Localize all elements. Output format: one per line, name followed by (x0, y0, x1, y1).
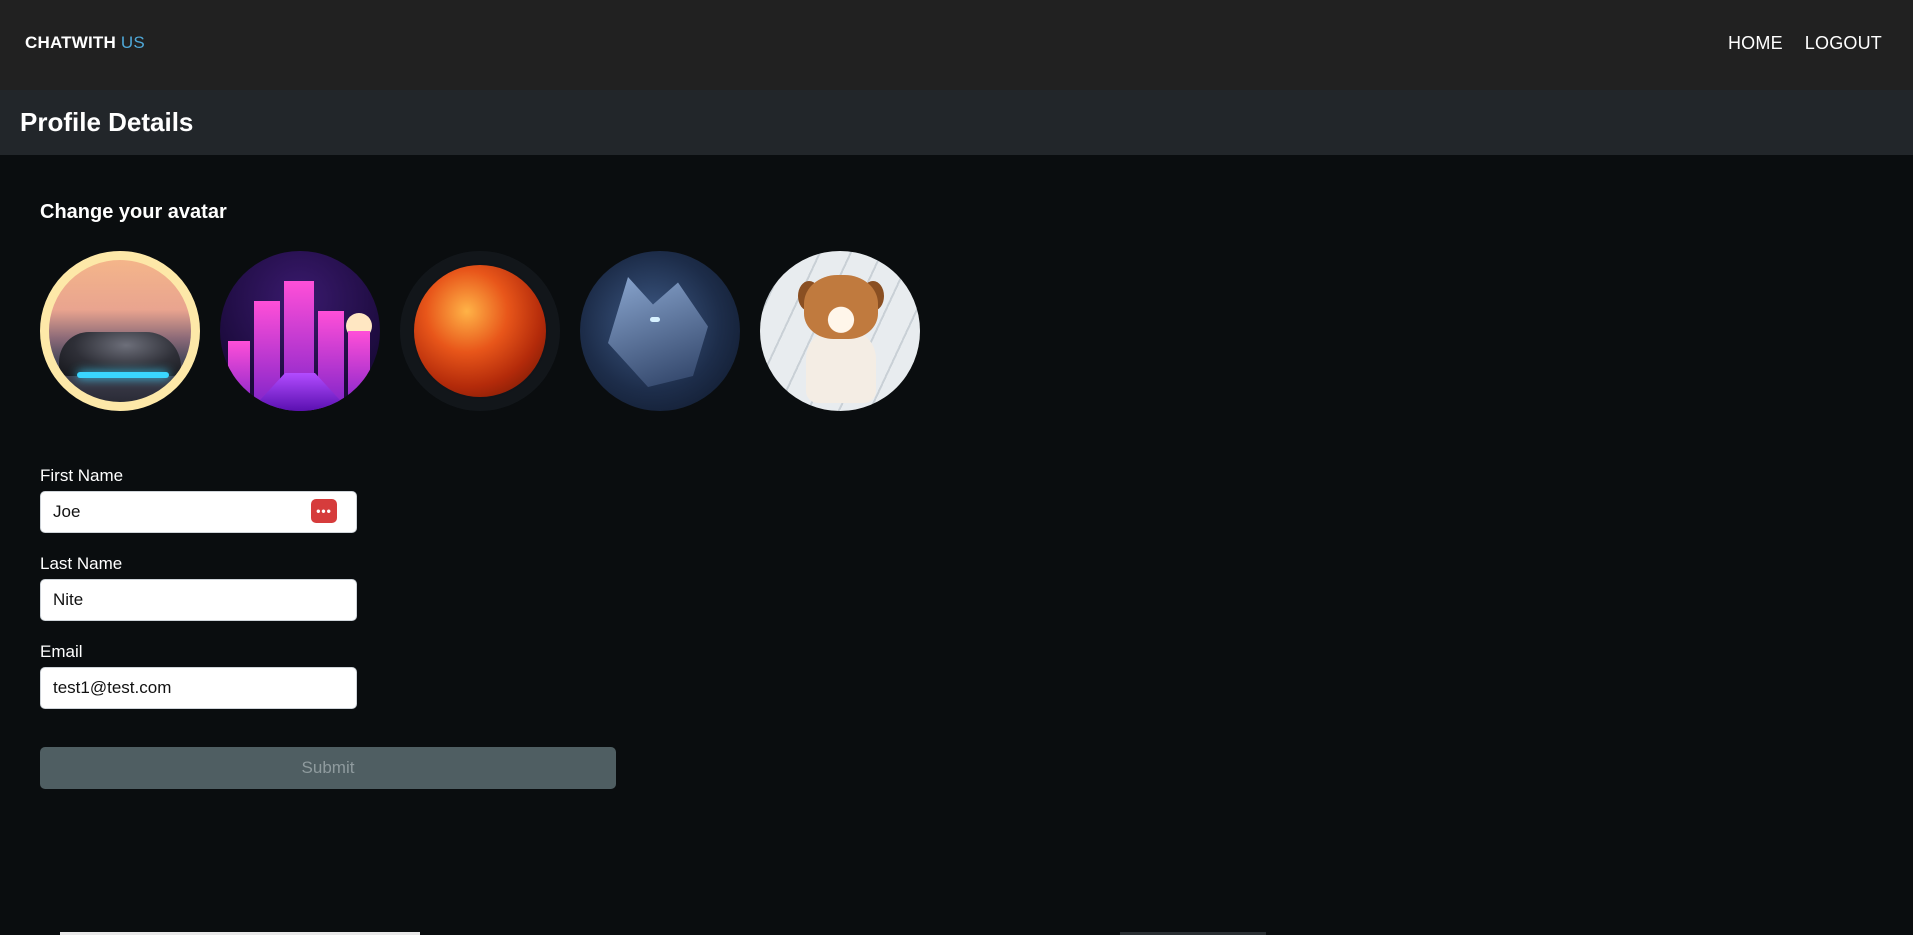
car-image (59, 332, 181, 376)
last-name-field: Last Name (40, 554, 357, 621)
brand-primary: CHATWITH (25, 33, 116, 52)
profile-form: First Name ••• Last Name Email (40, 466, 357, 730)
top-navbar: CHATWITH US HOME LOGOUT (0, 0, 1913, 90)
building-shape (228, 341, 250, 411)
email-field: Email (40, 642, 357, 709)
nav-logout-link[interactable]: LOGOUT (1805, 33, 1882, 54)
car-glow (77, 372, 169, 378)
avatar-option-planet[interactable] (400, 251, 560, 411)
puppy-head (804, 275, 878, 339)
puppy-body (806, 329, 876, 403)
nav-home-link[interactable]: HOME (1728, 33, 1783, 54)
last-name-input[interactable] (40, 579, 357, 621)
avatar-option-car[interactable] (40, 251, 200, 411)
building-shape (348, 331, 370, 411)
brand-logo[interactable]: CHATWITH US (25, 33, 145, 53)
first-name-label: First Name (40, 466, 124, 485)
avatar-option-puppy[interactable] (760, 251, 920, 411)
submit-button[interactable]: Submit (40, 747, 616, 789)
first-name-field: First Name ••• (40, 466, 357, 533)
avatar-picker (40, 251, 920, 411)
planet-image (414, 265, 546, 397)
first-name-input[interactable] (40, 491, 357, 533)
avatar-option-wolf[interactable] (580, 251, 740, 411)
nav-links: HOME LOGOUT (1728, 33, 1882, 54)
wolf-image (608, 277, 708, 387)
avatar-option-neon-city[interactable] (220, 251, 380, 411)
email-input[interactable] (40, 667, 357, 709)
last-name-label: Last Name (40, 554, 123, 573)
page-title: Profile Details (20, 107, 194, 137)
password-manager-icon[interactable]: ••• (311, 499, 337, 523)
avatar-section-title: Change your avatar (40, 201, 227, 223)
wolf-eye (650, 317, 660, 322)
brand-accent: US (120, 33, 145, 52)
email-label: Email (40, 642, 83, 661)
page-header: Profile Details (0, 90, 1913, 155)
